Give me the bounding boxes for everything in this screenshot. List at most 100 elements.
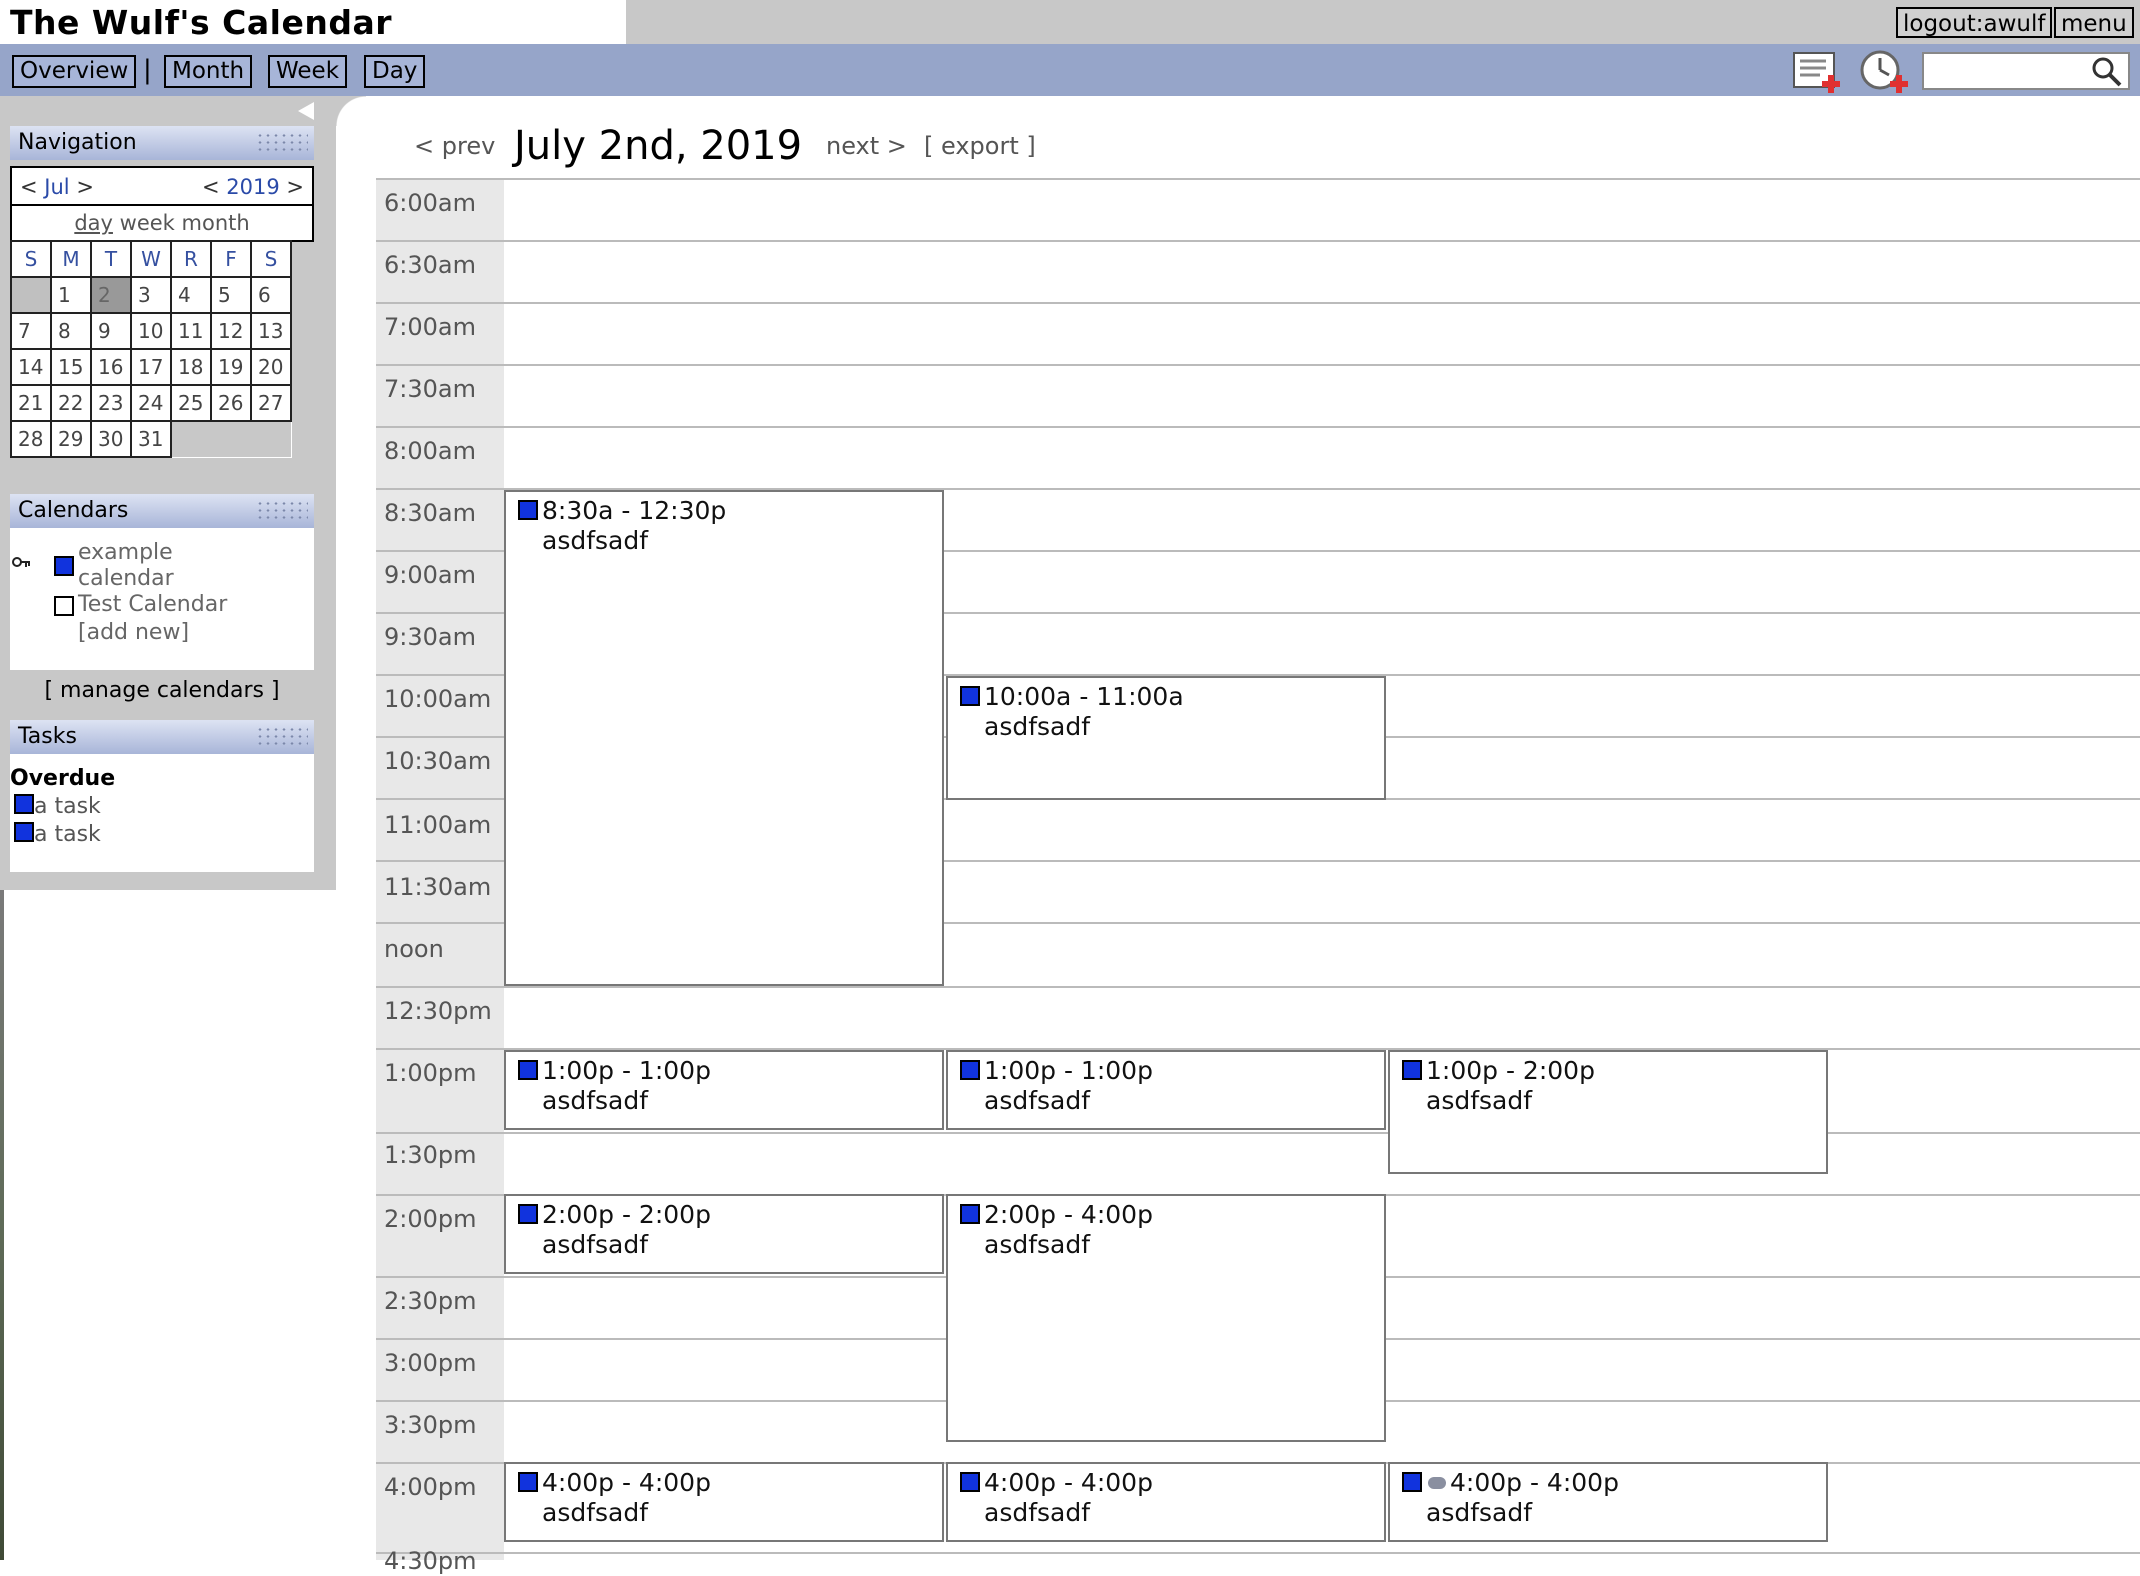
week-view-button[interactable]: Week — [268, 55, 348, 88]
mode-day-link[interactable]: day — [74, 211, 113, 235]
logout-button[interactable]: logout:awulf — [1896, 7, 2053, 38]
calendar-name: example — [78, 540, 173, 565]
calendar-event[interactable]: 4:00p - 4:00p asdfsadf — [504, 1462, 944, 1542]
calendar-event[interactable]: 4:00p - 4:00p asdfsadf — [946, 1462, 1386, 1542]
day-cell[interactable]: 29 — [50, 420, 92, 458]
calendar-event[interactable]: 1:00p - 2:00p asdfsadf — [1388, 1050, 1828, 1174]
day-cell[interactable]: 30 — [90, 420, 132, 458]
day-cell[interactable]: 1 — [50, 276, 92, 314]
key-icon[interactable] — [12, 556, 32, 570]
day-cell[interactable]: 24 — [130, 384, 172, 422]
day-cell[interactable]: 22 — [50, 384, 92, 422]
calendar-event[interactable]: 2:00p - 2:00p asdfsadf — [504, 1194, 944, 1274]
calendar-event[interactable]: 8:30a - 12:30p asdfsadf — [504, 490, 944, 986]
calendar-event[interactable]: 1:00p - 1:00p asdfsadf — [504, 1050, 944, 1130]
day-cell[interactable]: 27 — [250, 384, 292, 422]
task-item[interactable]: a task — [14, 822, 101, 848]
month-view-button[interactable]: Month — [164, 55, 253, 88]
day-cell[interactable]: 9 — [90, 312, 132, 350]
day-cell[interactable]: 21 — [10, 384, 52, 422]
top-bar: The Wulf's Calendar logout:awulf menu — [0, 0, 2140, 44]
day-cell[interactable]: 28 — [10, 420, 52, 458]
day-cell[interactable]: 12 — [210, 312, 252, 350]
day-cell[interactable]: 15 — [50, 348, 92, 386]
calendar-event[interactable]: 10:00a - 11:00a asdfsadf — [946, 676, 1386, 800]
tasks-panel-title: Tasks — [18, 724, 77, 749]
event-color-swatch — [960, 1060, 980, 1080]
menu-button[interactable]: menu — [2054, 7, 2134, 38]
drag-handle-icon[interactable] — [256, 726, 308, 748]
comment-icon — [1428, 1477, 1446, 1489]
slot-divider — [376, 240, 2140, 242]
weekday-label: S — [250, 240, 292, 278]
day-cell[interactable]: 18 — [170, 348, 212, 386]
blank-day-cell — [10, 276, 52, 314]
overview-button[interactable]: Overview — [12, 55, 137, 88]
day-cell[interactable]: 16 — [90, 348, 132, 386]
next-day-link[interactable]: next > — [826, 116, 907, 176]
calendar-event[interactable]: 2:00p - 4:00p asdfsadf — [946, 1194, 1386, 1442]
calendar-color-swatch[interactable] — [54, 556, 74, 576]
event-time: 1:00p - 1:00p — [542, 1056, 711, 1085]
day-cell-selected[interactable]: 2 — [90, 276, 132, 314]
day-cell[interactable]: 8 — [50, 312, 92, 350]
event-color-swatch — [960, 686, 980, 706]
calendars-panel-header[interactable]: Calendars — [10, 494, 314, 528]
day-cell[interactable]: 26 — [210, 384, 252, 422]
add-task-icon[interactable] — [1790, 49, 1848, 95]
calendar-event[interactable]: 4:00p - 4:00p asdfsadf — [1388, 1462, 1828, 1542]
search-icon[interactable] — [2090, 56, 2124, 88]
day-cell[interactable]: 3 — [130, 276, 172, 314]
weekday-label: M — [50, 240, 92, 278]
next-year-link[interactable]: > — [286, 175, 304, 199]
mode-week-link[interactable]: week — [120, 211, 175, 235]
time-label: 2:30pm — [384, 1287, 477, 1315]
day-view-button[interactable]: Day — [364, 55, 426, 88]
drag-handle-icon[interactable] — [256, 500, 308, 522]
day-cell[interactable]: 10 — [130, 312, 172, 350]
prev-year-link[interactable]: < — [202, 175, 220, 199]
prev-day-link[interactable]: < prev — [414, 116, 495, 176]
mode-month-link[interactable]: month — [182, 211, 250, 235]
calendar-item-example[interactable]: example calendar — [78, 540, 174, 592]
event-time: 4:00p - 4:00p — [542, 1468, 711, 1497]
event-title: asdfsadf — [1426, 1498, 1533, 1527]
date-navigation: < prev July 2nd, 2019 next > [ export ] — [0, 116, 2140, 176]
search-input[interactable] — [1922, 52, 2130, 90]
day-cell[interactable]: 5 — [210, 276, 252, 314]
day-cell[interactable]: 19 — [210, 348, 252, 386]
day-cell[interactable]: 6 — [250, 276, 292, 314]
task-item[interactable]: a task — [14, 794, 101, 820]
day-cell[interactable]: 23 — [90, 384, 132, 422]
tasks-panel-header[interactable]: Tasks — [10, 720, 314, 754]
event-title: asdfsadf — [984, 1086, 1091, 1115]
day-cell[interactable]: 7 — [10, 312, 52, 350]
export-link[interactable]: [ export ] — [924, 116, 1036, 176]
add-event-icon[interactable] — [1858, 49, 1916, 95]
manage-calendars-link[interactable]: [ manage calendars ] — [10, 676, 314, 706]
calendar-event[interactable]: 1:00p - 1:00p asdfsadf — [946, 1050, 1386, 1130]
prev-month-link[interactable]: < — [20, 175, 38, 199]
task-color-swatch — [14, 822, 34, 842]
day-cell[interactable]: 31 — [130, 420, 172, 458]
day-cell[interactable]: 20 — [250, 348, 292, 386]
day-cell[interactable]: 13 — [250, 312, 292, 350]
month-link[interactable]: Jul — [44, 175, 69, 199]
calendar-item-test[interactable]: Test Calendar — [78, 592, 227, 618]
calendar-checkbox[interactable] — [54, 596, 74, 616]
day-cell[interactable]: 11 — [170, 312, 212, 350]
next-month-link[interactable]: > — [76, 175, 94, 199]
year-link[interactable]: 2019 — [226, 175, 279, 199]
add-calendar-link[interactable]: [add new] — [78, 620, 189, 646]
time-label: 6:00am — [384, 189, 476, 217]
day-cell[interactable]: 17 — [130, 348, 172, 386]
overdue-heading: Overdue — [10, 766, 116, 791]
time-label: 3:30pm — [384, 1411, 477, 1439]
event-time: 1:00p - 1:00p — [984, 1056, 1153, 1085]
calendars-panel: example calendar Test Calendar [add new] — [10, 528, 314, 670]
time-label: 10:00am — [384, 685, 492, 713]
day-cell[interactable]: 4 — [170, 276, 212, 314]
week-row: 7 8 9 10 11 12 13 — [10, 312, 292, 350]
day-cell[interactable]: 14 — [10, 348, 52, 386]
day-cell[interactable]: 25 — [170, 384, 212, 422]
